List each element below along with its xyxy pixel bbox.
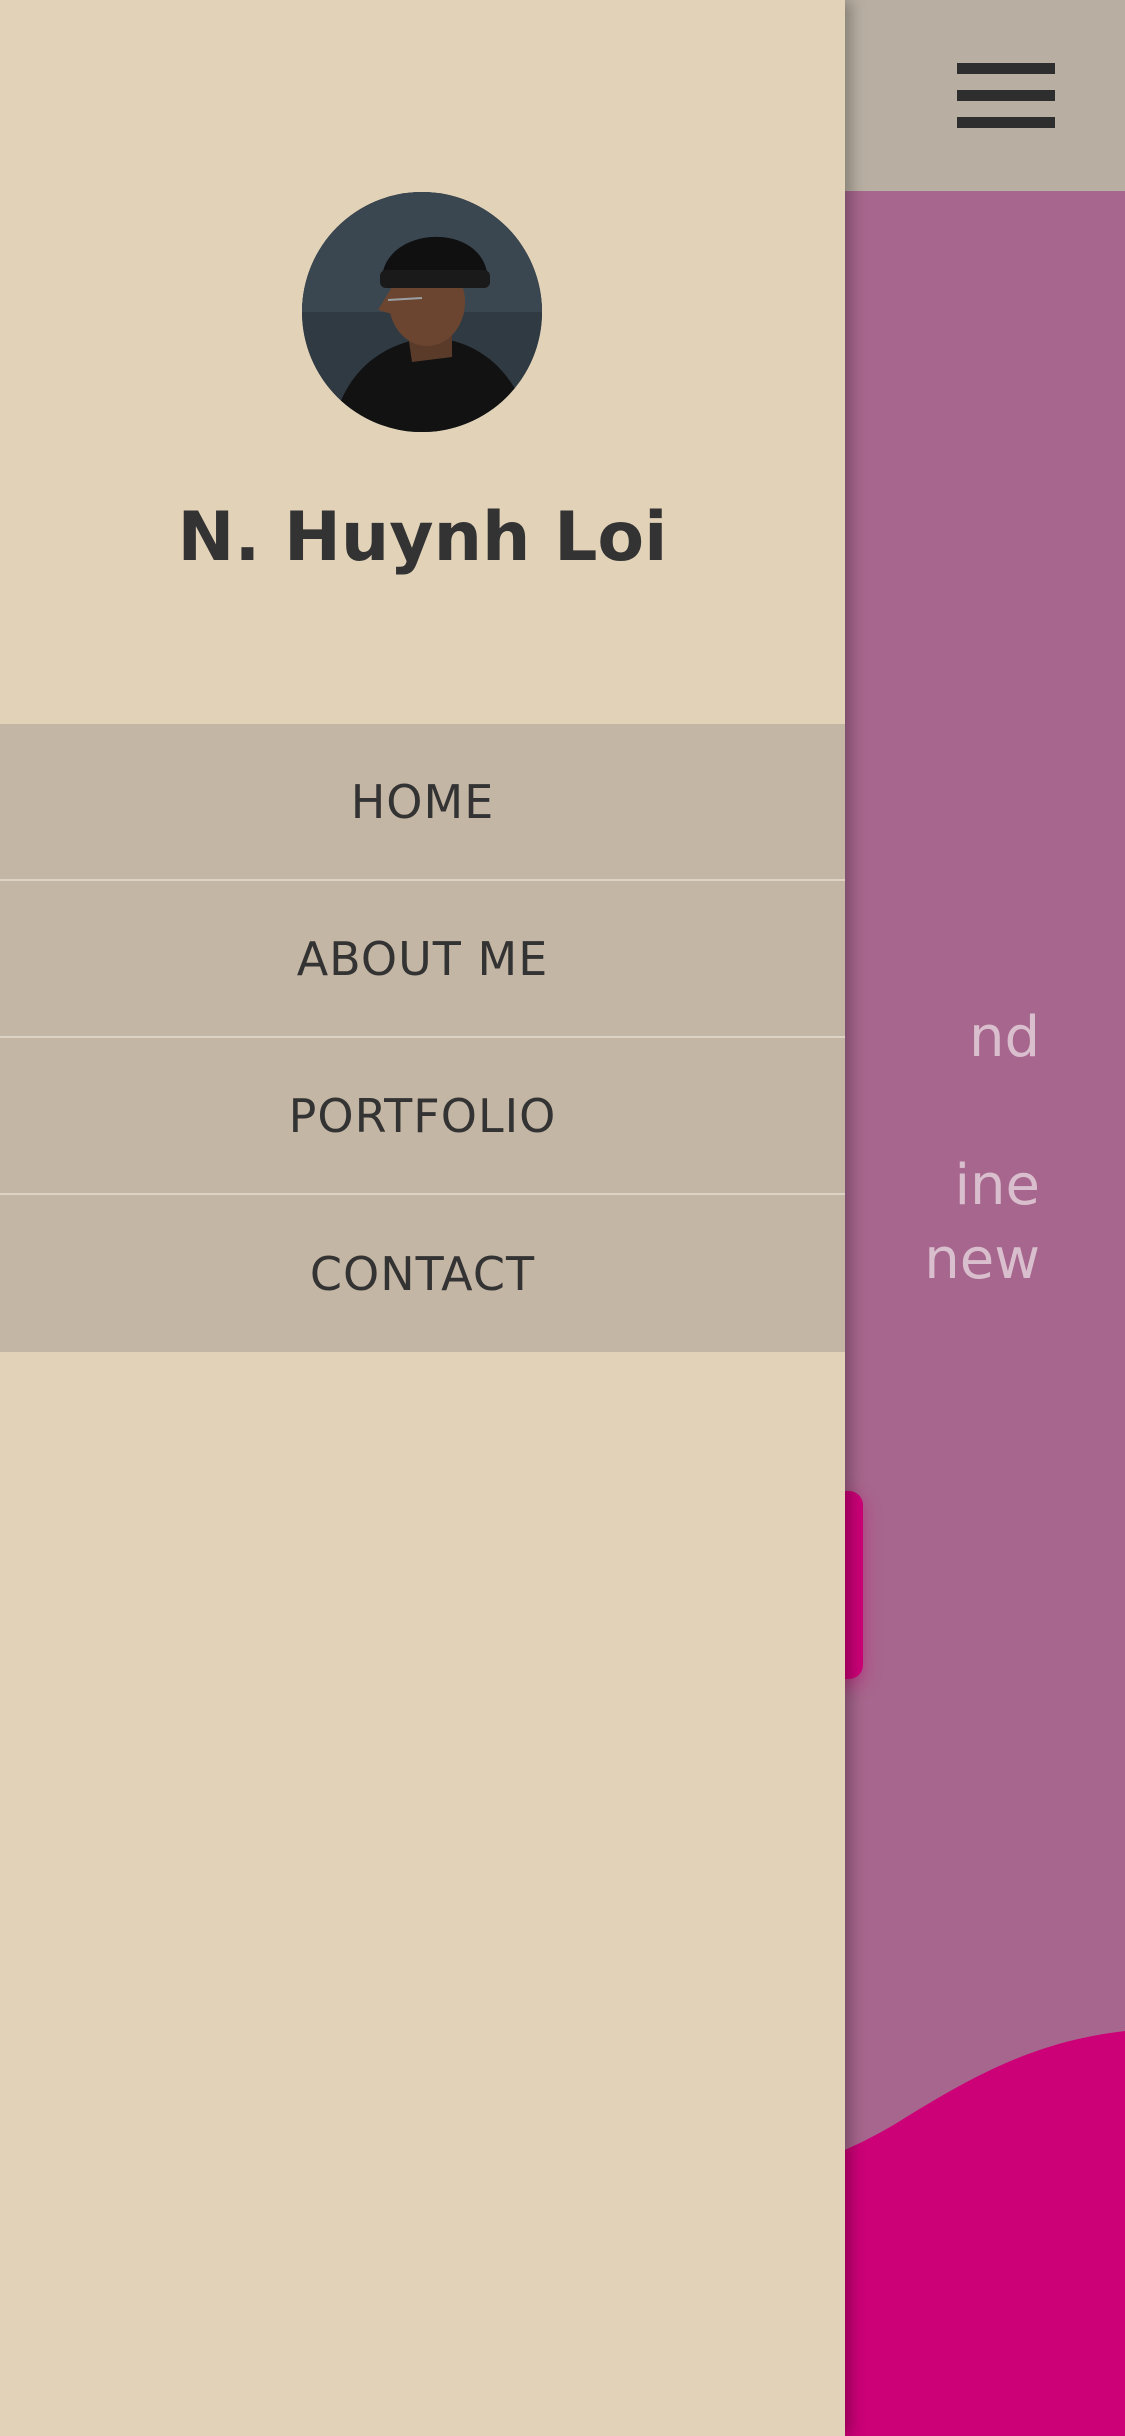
nav-item-contact[interactable]: CONTACT bbox=[0, 1195, 845, 1352]
menu-line bbox=[957, 63, 1055, 74]
nav-item-label: CONTACT bbox=[309, 1246, 536, 1301]
profile-name: N. Huynh Loi bbox=[177, 498, 668, 577]
avatar bbox=[302, 192, 542, 432]
nav-item-about-me[interactable]: ABOUT ME bbox=[0, 881, 845, 1038]
nav-menu: HOME ABOUT ME PORTFOLIO CONTACT bbox=[0, 724, 845, 1352]
profile-photo bbox=[302, 192, 542, 432]
nav-item-label: PORTFOLIO bbox=[288, 1088, 557, 1143]
nav-item-portfolio[interactable]: PORTFOLIO bbox=[0, 1038, 845, 1195]
menu-line bbox=[957, 90, 1055, 101]
side-drawer: N. Huynh Loi HOME ABOUT ME PORTFOLIO CON… bbox=[0, 0, 845, 2436]
nav-item-home[interactable]: HOME bbox=[0, 724, 845, 881]
hamburger-menu-icon[interactable] bbox=[957, 61, 1055, 129]
app-page: r nd ine new bbox=[0, 0, 1125, 2436]
menu-line bbox=[957, 117, 1055, 128]
nav-item-label: ABOUT ME bbox=[296, 931, 549, 986]
nav-item-label: HOME bbox=[350, 774, 495, 829]
